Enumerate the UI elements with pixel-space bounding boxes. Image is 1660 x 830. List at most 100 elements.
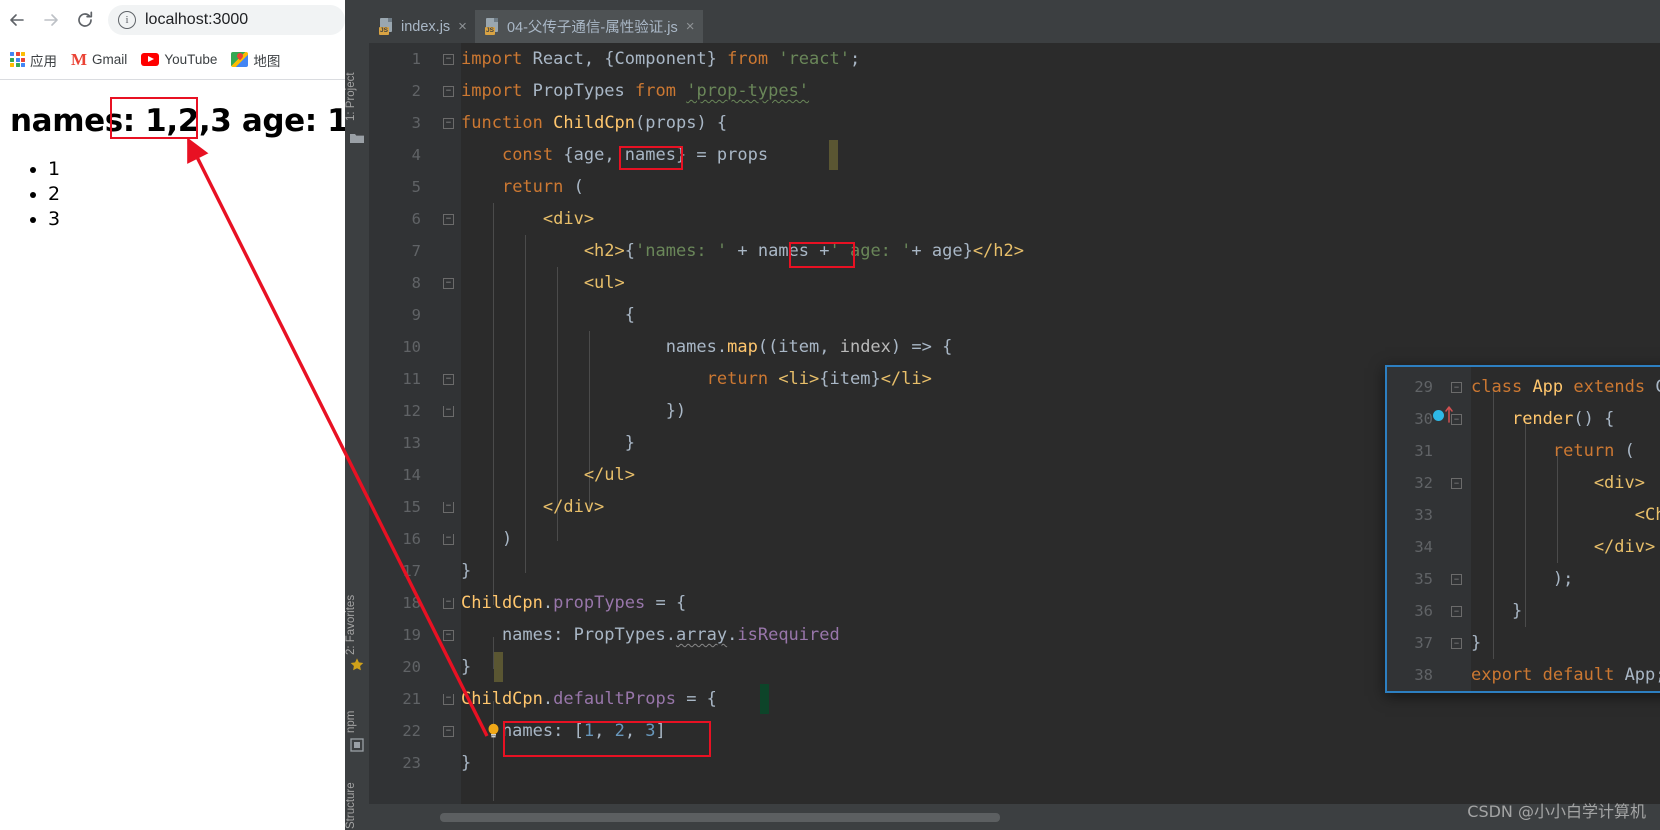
fold-marker[interactable]: − (443, 86, 454, 97)
ide-top-strip (345, 0, 1660, 10)
back-arrow-icon[interactable] (0, 3, 34, 37)
fold-marker[interactable]: − (443, 726, 454, 737)
fold-marker[interactable]: − (443, 694, 454, 705)
fold-marker[interactable]: − (443, 534, 454, 545)
code-line: ); (1471, 569, 1574, 589)
fold-marker[interactable]: − (443, 502, 454, 513)
line-number: 35 (1414, 570, 1433, 588)
code-line: return <li>{item}</li> (706, 369, 932, 389)
page-heading: names: 1,2,3 age: 18 (0, 81, 345, 139)
reload-icon[interactable] (68, 3, 102, 37)
line-number: 9 (411, 306, 421, 324)
address-bar[interactable]: i localhost:3000 (108, 5, 345, 35)
line-number: 34 (1414, 538, 1433, 556)
tab-index-js-label: index.js (401, 18, 451, 35)
fold-marker[interactable]: − (443, 214, 454, 225)
code-line: export default App; (1471, 665, 1660, 685)
component-marker-icon[interactable] (1433, 410, 1444, 421)
editor-tab-bar: JS index.js × JS 04-父传子通信-属性验证.js × (345, 10, 1660, 43)
bookmark-gmail-label: Gmail (92, 52, 128, 67)
tab-prop-validation-js[interactable]: JS 04-父传子通信-属性验证.js × (474, 10, 703, 43)
override-arrow-icon[interactable] (1445, 405, 1453, 428)
star-icon[interactable] (349, 657, 365, 673)
tool-window-structure[interactable]: Structure (345, 761, 369, 829)
bookmark-youtube-label: YouTube (164, 52, 218, 67)
code-line: } (1471, 601, 1523, 621)
line-number: 1 (411, 50, 421, 68)
fold-marker[interactable]: − (443, 118, 454, 129)
fold-marker[interactable]: − (443, 630, 454, 641)
line-number: 8 (411, 274, 421, 292)
apps-grid-icon (10, 52, 25, 67)
code-line: </div> (1471, 537, 1656, 557)
tool-window-project[interactable]: 1: Project (345, 51, 369, 121)
code-line: return ( (1552, 441, 1635, 461)
line-number: 18 (402, 594, 421, 612)
line-number: 38 (1414, 666, 1433, 684)
code-line: ChildCpn.propTypes = { (461, 593, 687, 613)
fold-marker[interactable]: − (1451, 638, 1462, 649)
line-number: 4 (411, 146, 421, 164)
tab-prop-validation-js-label: 04-父传子通信-属性验证.js (506, 20, 678, 36)
fold-marker[interactable]: − (443, 374, 454, 385)
code-line: } (461, 657, 472, 677)
code-line: return ( (501, 177, 584, 197)
info-circle-icon[interactable]: i (118, 11, 136, 29)
code-line: const {age, names} = props (501, 145, 769, 165)
ide-window: JS index.js × JS 04-父传子通信-属性验证.js × 1: P… (345, 0, 1660, 830)
close-icon[interactable]: × (686, 19, 695, 34)
fold-marker[interactable]: − (1451, 606, 1462, 617)
bookmark-gmail[interactable]: M Gmail (71, 51, 127, 68)
fold-marker[interactable]: − (443, 278, 454, 289)
code-line: import React, {Component} from 'react'; (461, 49, 861, 69)
fold-marker[interactable]: − (1451, 574, 1462, 585)
brace-match-highlight (760, 684, 769, 714)
code-line: <h2>{'names: ' + names +' age: '+ age}</… (461, 241, 1024, 261)
bookmark-maps[interactable]: 地图 (231, 50, 280, 70)
line-number: 14 (402, 466, 421, 484)
line-number: 21 (402, 690, 421, 708)
code-line: } (461, 561, 472, 581)
names-list: 1 2 3 (0, 157, 345, 232)
tool-window-stripe: 1: Project 2: Favorites npm Structure (345, 43, 369, 830)
code-line: class App extends Component { (1471, 377, 1660, 397)
tab-index-js[interactable]: JS index.js × (369, 10, 475, 43)
line-number: 31 (1414, 442, 1433, 460)
rendered-page: names: 1,2,3 age: 18 1 2 3 (0, 81, 345, 830)
fold-marker[interactable]: − (1451, 382, 1462, 393)
code-line: } (461, 753, 472, 773)
folder-icon[interactable] (349, 131, 365, 147)
horizontal-scrollbar[interactable] (440, 813, 1000, 822)
tool-window-favorites[interactable]: 2: Favorites (345, 559, 369, 655)
heading-suffix: age: 18 (241, 103, 345, 139)
heading-names-value: 1,2,3 (145, 103, 232, 139)
line-number: 13 (402, 434, 421, 452)
fold-marker[interactable]: − (1451, 478, 1462, 489)
watermark: CSDN @小小白学计算机 (1467, 802, 1646, 821)
code-line: ) (461, 529, 513, 549)
line-number: 16 (402, 530, 421, 548)
heading-prefix: names: (10, 103, 146, 139)
intention-bulb-icon[interactable] (487, 723, 500, 738)
fold-marker[interactable]: − (443, 406, 454, 417)
forward-arrow-icon[interactable] (34, 3, 68, 37)
fold-marker[interactable]: − (443, 54, 454, 65)
tool-window-npm[interactable]: npm (345, 691, 369, 733)
close-icon[interactable]: × (458, 19, 467, 34)
floating-code-panel[interactable]: 29 30 31 32 33 34 35 36 37 38 − − − − − … (1385, 365, 1660, 693)
bookmark-youtube[interactable]: YouTube (141, 52, 217, 67)
browser-window: i localhost:3000 应用 M Gmail YouTube 地图 n… (0, 0, 345, 830)
line-number: 2 (411, 82, 421, 100)
line-number: 15 (402, 498, 421, 516)
structure-icon[interactable] (349, 737, 365, 753)
bookmark-apps[interactable]: 应用 (10, 50, 57, 70)
browser-toolbar: i localhost:3000 (0, 0, 345, 40)
list-item: 3 (48, 207, 345, 232)
fold-marker[interactable]: − (443, 598, 454, 609)
code-line: </div> (461, 497, 605, 517)
bookmark-apps-label: 应用 (30, 53, 57, 69)
youtube-icon (141, 53, 160, 66)
line-number: 37 (1414, 634, 1433, 652)
code-line: <div> (1471, 473, 1645, 493)
bookmark-maps-label: 地图 (253, 53, 281, 69)
